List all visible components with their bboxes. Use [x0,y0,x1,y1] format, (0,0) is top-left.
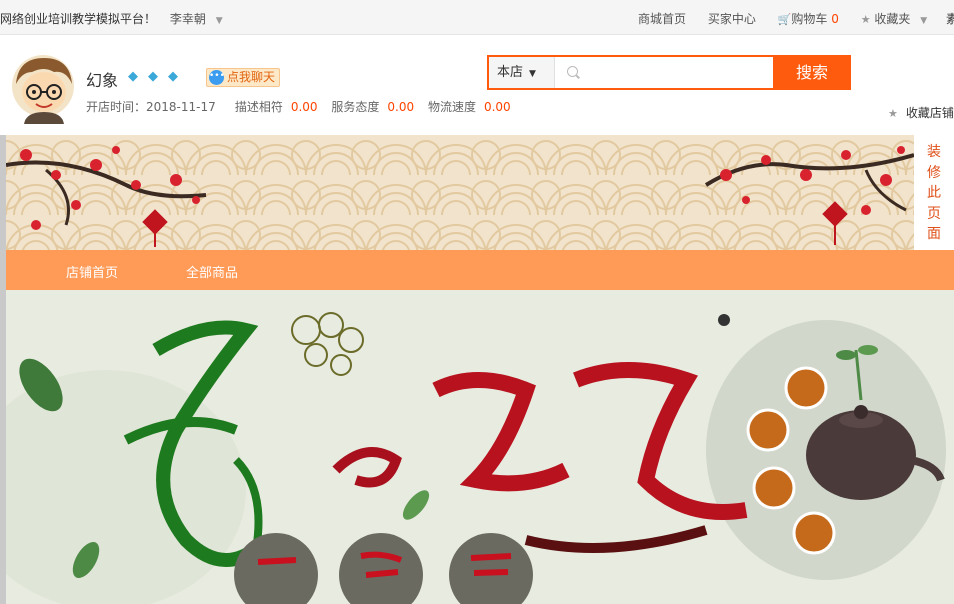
caret-down-icon: ▼ [529,69,536,79]
chevron-down-icon: ▼ [920,16,928,26]
nav-all-products[interactable]: 全部商品 [186,262,238,281]
shop-name[interactable]: 幻象 [86,67,118,91]
desc-score: 0.00 [290,100,318,114]
open-date: 开店时间：2018-11-17 [86,100,216,114]
platform-title: 网络创业培训教学模拟平台！ [0,12,157,26]
search-scope-select[interactable]: 本店 ▼ [489,57,555,88]
decorate-page-link[interactable]: 装修此页面 [924,142,944,245]
favorite-store-label: 收藏店铺 [905,106,954,120]
hero-banner [6,290,954,604]
buyer-center-link[interactable]: 买家中心 [708,12,756,26]
search-scope-label: 本店 [497,65,524,80]
diamond-rating-icon: ◆◆◆ [128,69,188,84]
star-icon: ★ [888,107,898,120]
user-name[interactable]: 李幸朝 [170,12,206,26]
chat-label: 点我聊天 [227,70,276,84]
service-score: 0.00 [387,100,415,114]
star-icon: ★ [860,13,871,26]
chat-button[interactable]: ••• 点我聊天 [206,68,281,87]
logistics-score: 0.00 [483,100,511,114]
chat-bubble-icon: ••• [209,70,225,85]
top-bar: 网络创业培训教学模拟平台！ 李幸朝 ▼ 商城首页 买家中心 🛒购物车 0 ★ 收… [0,0,954,35]
cart-icon: 🛒 [777,13,792,26]
favorites-link[interactable]: ★ 收藏夹 ▼ [861,12,927,26]
shop-nav: 店铺首页 全部商品 [6,250,954,290]
favorite-store-button[interactable]: ★ 收藏店铺 [888,104,954,121]
top-bar-edge-text[interactable]: 素 [946,10,954,27]
mall-home-link[interactable]: 商城首页 [638,12,686,26]
favorites-label: 收藏夹 [874,12,911,26]
desc-label: 描述相符 [234,100,283,114]
search-box: 本店 ▼ [487,55,773,90]
shop-stats: 开店时间：2018-11-17 描述相符 0.00 服务态度 0.00 物流速度 0.… [86,98,521,115]
chevron-down-icon[interactable]: ▼ [216,16,223,26]
cart-count: 0 [831,12,839,26]
nav-shop-home[interactable]: 店铺首页 [66,262,118,281]
top-bar-links: 商城首页 买家中心 🛒购物车 0 ★ 收藏夹 ▼ [638,10,945,27]
logistics-label: 物流速度 [427,100,476,114]
search-button[interactable]: 搜索 [773,55,851,90]
service-label: 服务态度 [331,100,380,114]
search-icon [567,66,578,77]
shop-avatar [12,55,74,124]
shop-banner [6,135,914,250]
top-bar-left: 网络创业培训教学模拟平台！ 李幸朝 ▼ [0,10,223,27]
cart-label: 购物车 [791,12,828,26]
search-input[interactable] [585,61,765,85]
cart-link[interactable]: 🛒购物车 0 [778,12,839,26]
